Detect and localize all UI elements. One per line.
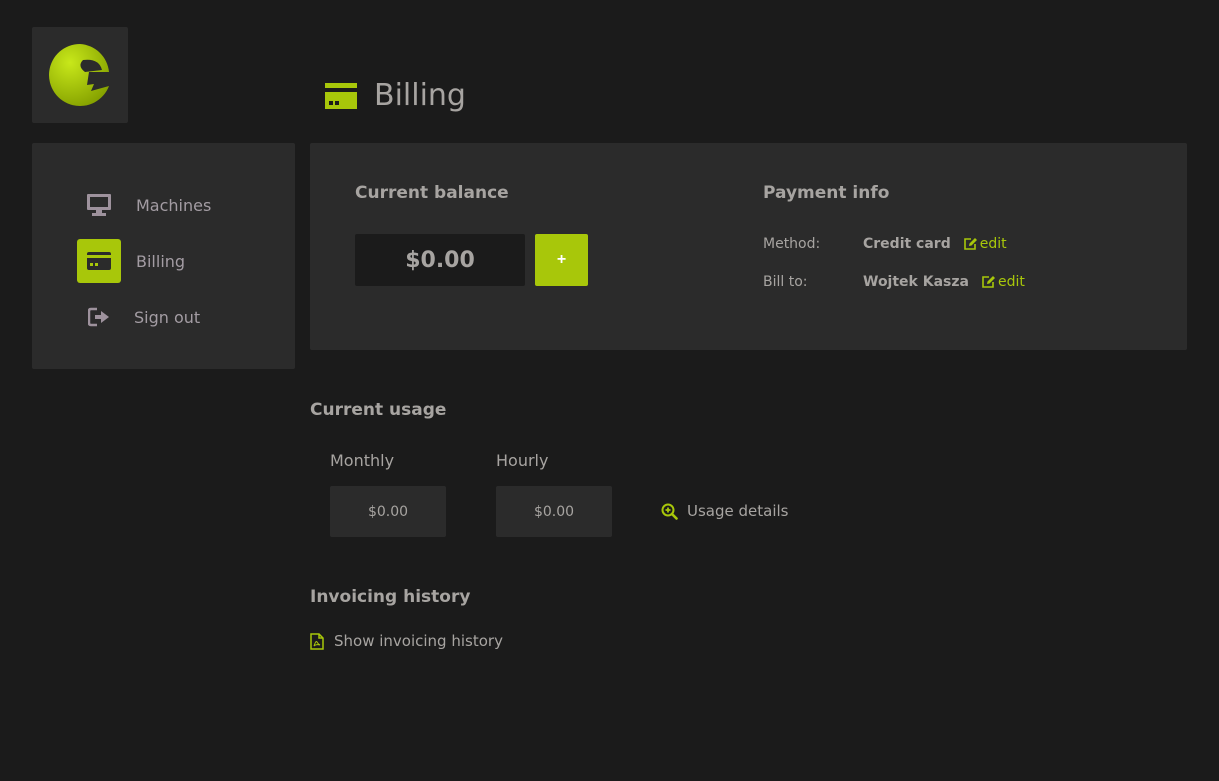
current-usage-heading: Current usage: [310, 400, 447, 420]
bill-to-value: Wojtek Kasza: [863, 274, 969, 290]
credit-card-icon: [77, 239, 121, 283]
usage-details-label: Usage details: [687, 502, 789, 520]
method-value: Credit card: [863, 236, 951, 252]
sidebar-item-label: Billing: [136, 251, 186, 271]
sidebar-item-machines[interactable]: Machines: [77, 183, 211, 227]
method-label: Method:: [763, 236, 821, 252]
sidebar-item-label: Sign out: [134, 307, 201, 327]
current-balance-heading: Current balance: [355, 183, 509, 203]
payment-method-row: Method: Credit card edit: [763, 236, 1007, 252]
sign-out-icon: [77, 295, 121, 339]
bill-to-label: Bill to:: [763, 274, 808, 290]
monthly-label: Monthly: [330, 451, 395, 470]
add-funds-button[interactable]: +: [535, 234, 588, 286]
billing-panel: Current balance $0.00 + Payment info Met…: [310, 143, 1187, 350]
edit-label: edit: [979, 236, 1007, 252]
credit-card-icon: [325, 82, 357, 109]
sidebar-item-label: Machines: [136, 195, 212, 215]
edit-label: edit: [997, 274, 1025, 290]
invoicing-history-heading: Invoicing history: [310, 587, 471, 607]
sidebar-item-billing[interactable]: Billing: [77, 239, 185, 283]
hourly-label: Hourly: [496, 451, 549, 470]
balance-amount: $0.00: [355, 234, 525, 286]
sidebar: Machines Billing Sign out: [32, 143, 295, 369]
bill-to-row: Bill to: Wojtek Kasza edit: [763, 274, 1025, 290]
pdf-file-icon: [310, 632, 324, 650]
monthly-value: $0.00: [330, 486, 446, 537]
edit-icon: [963, 238, 977, 250]
sidebar-item-sign-out[interactable]: Sign out: [77, 295, 200, 339]
monitor-icon: [77, 183, 121, 227]
edit-bill-to-link[interactable]: edit: [981, 274, 1025, 290]
zoom-in-icon: [661, 503, 678, 520]
hourly-value: $0.00: [496, 486, 612, 537]
logo-icon: [49, 44, 109, 106]
logo[interactable]: [32, 27, 128, 123]
payment-info-heading: Payment info: [763, 183, 890, 203]
show-invoicing-history-label: Show invoicing history: [334, 632, 503, 650]
edit-method-link[interactable]: edit: [963, 236, 1007, 252]
page-title: Billing: [374, 78, 466, 113]
page-header: Billing: [325, 78, 466, 113]
show-invoicing-history-link[interactable]: Show invoicing history: [310, 632, 503, 650]
edit-icon: [982, 276, 995, 288]
usage-details-link[interactable]: Usage details: [661, 502, 788, 520]
